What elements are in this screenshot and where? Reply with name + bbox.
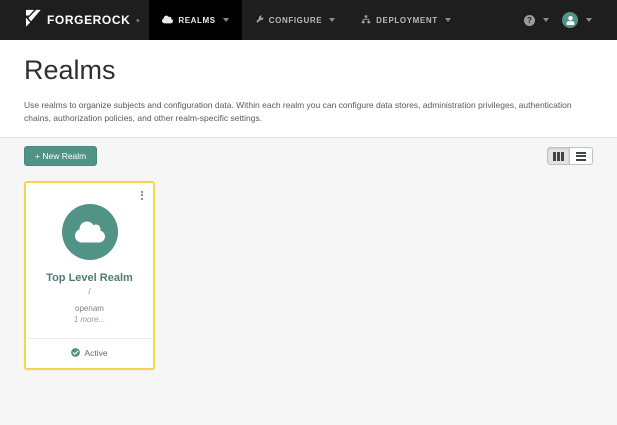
realm-more-label: 1 more... bbox=[32, 315, 147, 324]
page-title: Realms bbox=[24, 55, 593, 86]
check-circle-icon bbox=[71, 344, 80, 362]
chevron-down-icon bbox=[543, 18, 549, 22]
nav-item-label: CONFIGURE bbox=[269, 16, 322, 25]
brand-trademark: ® bbox=[136, 18, 139, 23]
app-window: FORGEROCK ® REALMS CONFIGURE bbox=[0, 0, 617, 425]
realm-avatar bbox=[62, 204, 118, 260]
chevron-down-icon bbox=[445, 18, 451, 22]
chevron-down-icon bbox=[329, 18, 335, 22]
chevron-down-icon bbox=[586, 18, 592, 22]
wrench-icon bbox=[255, 15, 264, 26]
new-realm-button[interactable]: + New Realm bbox=[24, 146, 97, 166]
grid-view-icon bbox=[553, 152, 564, 161]
realms-toolbar: + New Realm bbox=[24, 146, 593, 166]
nav-item-realms[interactable]: REALMS bbox=[149, 0, 241, 40]
nav-item-label: DEPLOYMENT bbox=[376, 16, 438, 25]
main-menu: REALMS CONFIGURE bbox=[149, 0, 463, 40]
help-icon: ? bbox=[524, 15, 535, 26]
realm-card-top-level[interactable]: Top Level Realm / openam 1 more... Activ… bbox=[24, 181, 155, 370]
nav-item-label: REALMS bbox=[178, 16, 215, 25]
realm-card-body: Top Level Realm / openam 1 more... bbox=[26, 183, 153, 338]
sitemap-icon bbox=[361, 15, 371, 26]
status-badge: Active bbox=[84, 348, 107, 358]
top-navbar: FORGEROCK ® REALMS CONFIGURE bbox=[0, 0, 617, 40]
forgerock-logo[interactable]: FORGEROCK ® bbox=[0, 0, 149, 40]
grid-view-button[interactable] bbox=[547, 147, 570, 165]
realm-path: / bbox=[32, 287, 147, 296]
view-toggle-group bbox=[547, 147, 593, 165]
brand-name: FORGEROCK bbox=[47, 13, 130, 27]
chevron-down-icon bbox=[223, 18, 229, 22]
list-view-icon bbox=[576, 152, 586, 161]
topbar-right: ? bbox=[521, 0, 617, 40]
realm-card-grid: Top Level Realm / openam 1 more... Activ… bbox=[24, 181, 593, 370]
cloud-icon bbox=[162, 15, 173, 26]
avatar bbox=[562, 12, 578, 28]
nav-item-configure[interactable]: CONFIGURE bbox=[242, 0, 348, 40]
kebab-menu-icon[interactable] bbox=[137, 187, 147, 203]
realms-panel: + New Realm Top Level Realm / bbox=[0, 138, 617, 425]
page-header: Realms Use realms to organize subjects a… bbox=[0, 40, 617, 138]
help-menu-button[interactable]: ? bbox=[521, 15, 552, 26]
realm-alias: openam bbox=[32, 304, 147, 313]
realm-title: Top Level Realm bbox=[32, 272, 147, 284]
nav-item-deployment[interactable]: DEPLOYMENT bbox=[348, 0, 464, 40]
realm-status: Active bbox=[26, 338, 153, 368]
page-description: Use realms to organize subjects and conf… bbox=[24, 99, 593, 125]
user-menu-button[interactable] bbox=[559, 12, 595, 28]
list-view-button[interactable] bbox=[570, 147, 593, 165]
forgerock-logo-icon bbox=[24, 9, 41, 32]
